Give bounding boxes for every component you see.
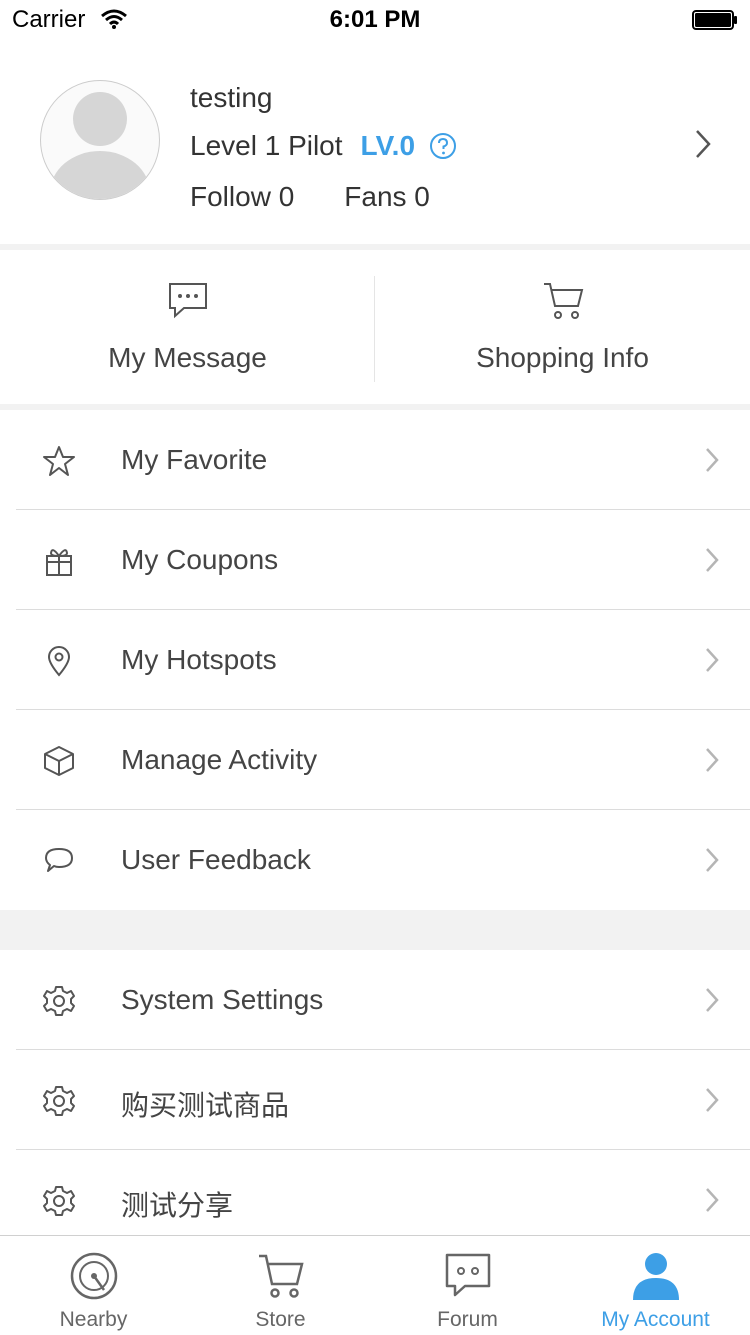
tab-nearby[interactable]: Nearby: [0, 1236, 187, 1335]
level-badge: LV.0: [360, 130, 416, 161]
chevron-right-icon: [706, 448, 719, 472]
follow-count[interactable]: Follow 0: [190, 181, 294, 213]
status-bar: Carrier 6:01 PM: [0, 0, 750, 40]
menu-group-primary: My Favorite My Coupons My Hotspots Manag…: [0, 410, 750, 910]
default-avatar-icon: [50, 92, 150, 199]
cube-icon: [44, 746, 74, 776]
battery-icon: [692, 10, 737, 30]
shopping-info-button[interactable]: Shopping Info: [375, 250, 750, 404]
radar-icon: [70, 1252, 117, 1300]
chevron-right-icon: [706, 988, 719, 1012]
person-icon: [632, 1253, 679, 1300]
tab-store[interactable]: Store: [187, 1236, 374, 1335]
tab-label: My Account: [601, 1308, 710, 1331]
tab-my-account[interactable]: My Account: [561, 1236, 750, 1335]
menu-item-my-favorite[interactable]: My Favorite: [0, 410, 750, 510]
menu-item-label: User Feedback: [121, 844, 311, 875]
menu-item-buy-test-product[interactable]: 购买测试商品: [0, 1050, 750, 1150]
menu-item-my-hotspots[interactable]: My Hotspots: [0, 610, 750, 710]
menu-item-manage-activity[interactable]: Manage Activity: [0, 710, 750, 810]
chevron-right-icon: [706, 848, 719, 872]
cart-icon: [258, 1254, 304, 1298]
speech-bubble-icon: [45, 848, 73, 872]
username: testing: [190, 82, 273, 113]
my-message-button[interactable]: My Message: [0, 250, 375, 404]
menu-item-user-feedback[interactable]: User Feedback: [0, 810, 750, 910]
level-title: Level 1 Pilot: [190, 130, 343, 161]
quick-actions: My Message Shopping Info: [0, 250, 750, 404]
tab-forum[interactable]: Forum: [374, 1236, 561, 1335]
chevron-right-icon: [696, 130, 711, 158]
avatar[interactable]: [40, 80, 160, 200]
chevron-right-icon: [706, 648, 719, 672]
question-icon[interactable]: [429, 132, 457, 160]
menu-item-my-coupons[interactable]: My Coupons: [0, 510, 750, 610]
menu-item-label: My Favorite: [121, 444, 268, 475]
profile-header[interactable]: testing Level 1 Pilot LV.0 Follow 0 Fans…: [0, 40, 750, 244]
cart-icon: [543, 283, 583, 319]
level-row: Level 1 Pilot LV.0: [190, 130, 457, 162]
menu-item-label: Manage Activity: [121, 744, 318, 775]
menu-item-system-settings[interactable]: System Settings: [0, 950, 750, 1050]
menu-item-label: My Hotspots: [121, 644, 277, 675]
shopping-info-label: Shopping Info: [476, 342, 649, 373]
menu-item-label: System Settings: [121, 984, 324, 1015]
menu-item-label: My Coupons: [121, 544, 279, 575]
gear-icon: [43, 1186, 75, 1216]
tab-bar: Nearby Store Forum My Account: [0, 1235, 750, 1335]
star-icon: [43, 446, 75, 476]
chevron-right-icon: [706, 748, 719, 772]
stats-row: Follow 0 Fans 0: [190, 181, 480, 213]
chat-icon: [445, 1253, 490, 1297]
message-icon: [168, 283, 207, 319]
location-pin-icon: [47, 646, 71, 677]
menu-item-label: 购买测试商品: [121, 1090, 290, 1121]
menu-group-settings: System Settings 购买测试商品 测试分享: [0, 950, 750, 1250]
fans-count[interactable]: Fans 0: [344, 181, 430, 213]
my-message-label: My Message: [108, 342, 267, 373]
tab-label: Store: [255, 1308, 306, 1331]
gift-icon: [46, 549, 72, 576]
gear-icon: [43, 1086, 75, 1116]
section-gap: [0, 910, 750, 950]
chevron-right-icon: [706, 1088, 719, 1112]
tab-label: Nearby: [59, 1308, 128, 1331]
menu-item-label: 测试分享: [121, 1190, 234, 1221]
chevron-right-icon: [706, 548, 719, 572]
gear-icon: [43, 986, 75, 1016]
chevron-right-icon: [706, 1188, 719, 1212]
tab-label: Forum: [437, 1308, 498, 1331]
clock: 6:01 PM: [329, 6, 421, 33]
